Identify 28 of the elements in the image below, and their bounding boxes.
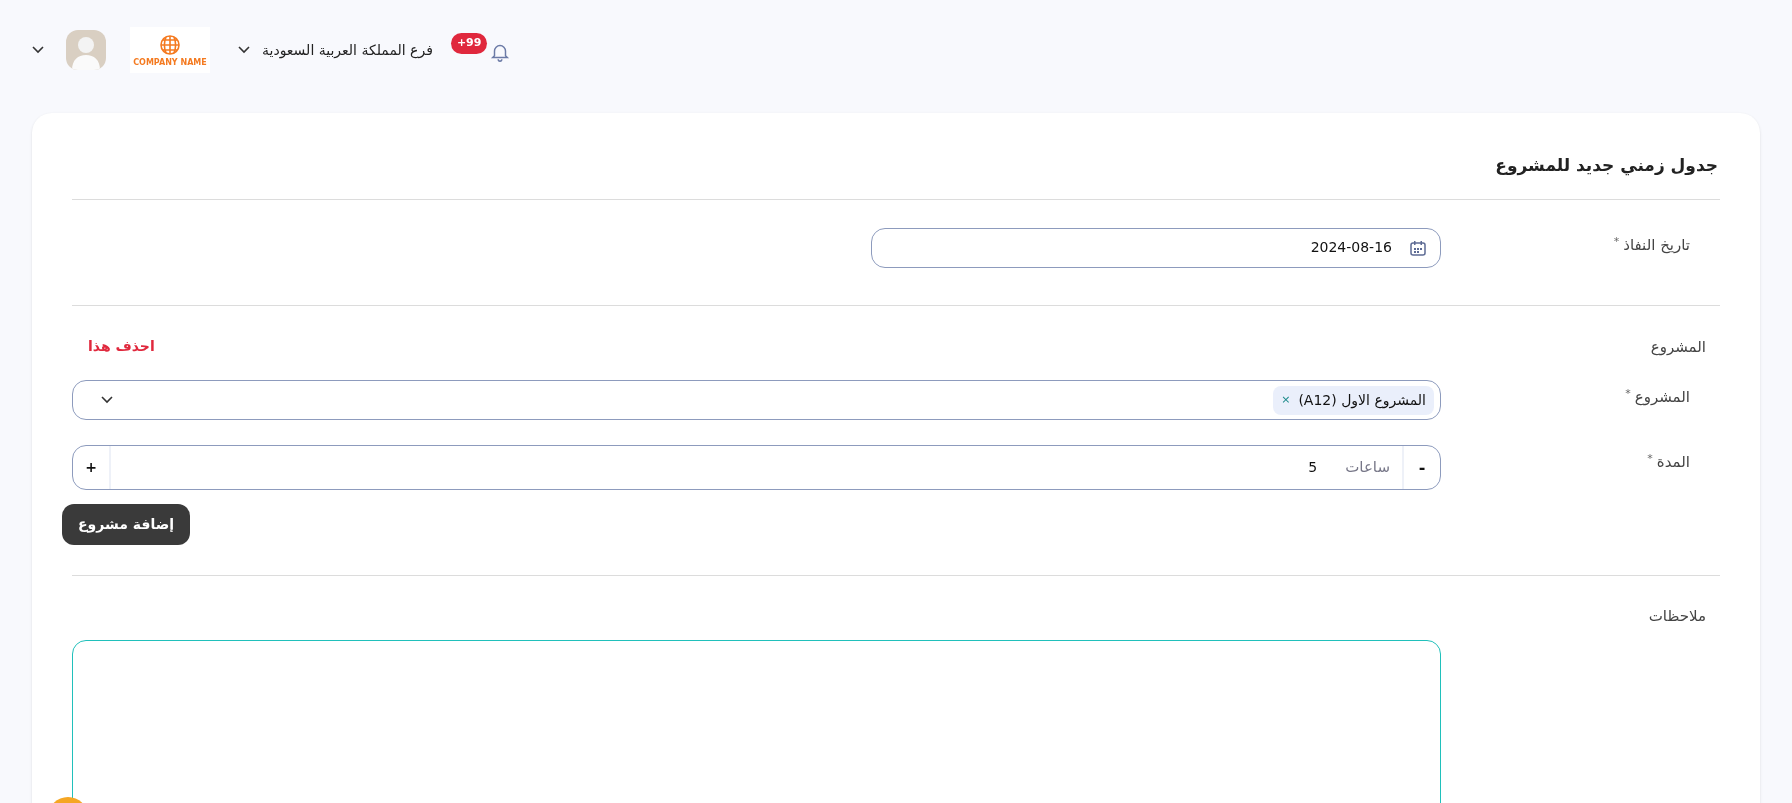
section-heading: المشروع	[1650, 336, 1706, 358]
chevron-down-icon	[101, 396, 113, 404]
unit-label: ساعات	[1344, 457, 1391, 479]
decrement-button[interactable]: -	[1402, 446, 1440, 489]
field-label: المدة	[1656, 452, 1690, 473]
required-mark: *	[1647, 451, 1653, 467]
branch-selector[interactable]: فرع المملكة العربية السعودية	[238, 39, 433, 61]
chevron-down-icon	[238, 46, 250, 54]
duration-value: 5	[1307, 458, 1319, 477]
notes-field[interactable]	[72, 640, 1441, 803]
calendar-icon	[1410, 239, 1426, 256]
logo-text: COMPANY NAME	[133, 59, 207, 67]
field-label: تاريخ النفاذ	[1623, 234, 1690, 256]
form-title: جدول زمني جديد للمشروع	[72, 153, 1720, 200]
notification-badge: +99	[450, 33, 488, 54]
increment-button[interactable]: +	[73, 446, 111, 489]
required-mark: *	[1625, 386, 1631, 402]
date-value: 2024-08-16	[1310, 238, 1392, 257]
delete-link[interactable]: احذف هذا	[88, 336, 155, 358]
field-label: المشروع	[1634, 387, 1690, 408]
required-mark: *	[1613, 233, 1620, 250]
notes-label: ملاحظات	[1648, 607, 1706, 625]
add-project-button[interactable]: إضافة مشروع	[62, 504, 190, 545]
tag-label: المشروع الاول (A12)	[1298, 390, 1426, 411]
tag-remove-button[interactable]: ×	[1281, 391, 1291, 409]
chevron-down-icon	[32, 46, 44, 54]
date-field[interactable]: 2024-08-16	[871, 227, 1441, 268]
project-select[interactable]: المشروع الاول (A12) ×	[72, 380, 1441, 420]
